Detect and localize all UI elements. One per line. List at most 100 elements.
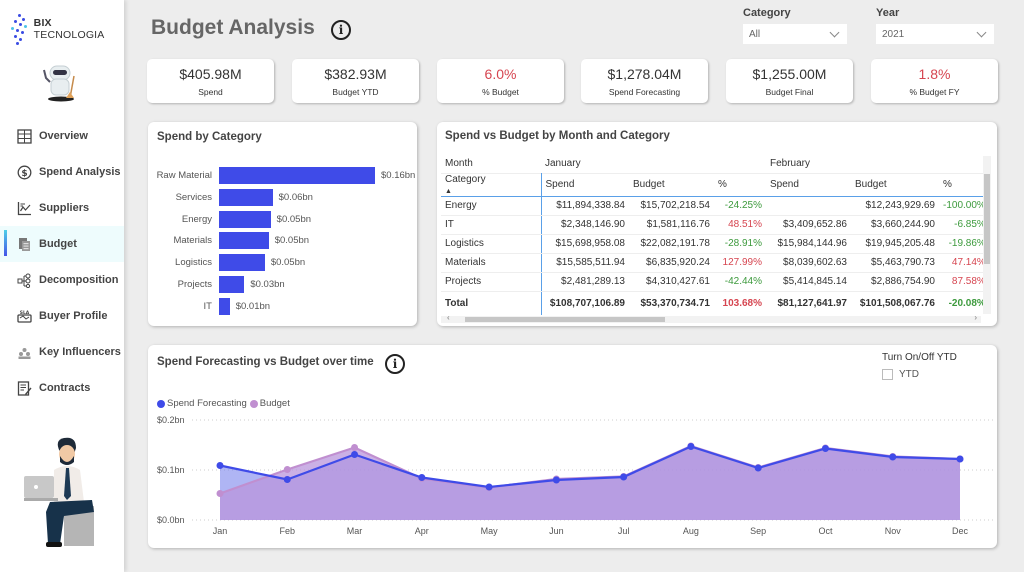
data-point[interactable] [552, 476, 560, 484]
data-point[interactable] [485, 483, 493, 491]
bar[interactable] [219, 254, 265, 272]
kpi-value: $382.93M [324, 66, 387, 82]
month-header-february: February [770, 157, 811, 169]
y-tick-label: $0.0bn [157, 515, 185, 525]
spend-by-category-card: Spend by Category Raw Material $0.16bn Ser… [148, 122, 417, 326]
matrix-cell: $81,127,641.97 [777, 297, 847, 309]
sidebar-item-overview[interactable]: Overview [0, 118, 124, 154]
matrix-cell: $1,581,116.76 [629, 215, 714, 235]
sort-ascending-icon: ▲ [445, 187, 452, 195]
data-point[interactable] [687, 443, 695, 450]
y-tick-label: $0.2bn [157, 415, 185, 425]
bar[interactable] [219, 232, 269, 250]
matrix-cell: 48.51% [714, 215, 766, 235]
kpi-label: % Budget FY [909, 87, 960, 97]
bar[interactable] [219, 167, 375, 184]
vertical-scrollbar-thumb[interactable] [984, 174, 990, 264]
x-tick-label: Sep [750, 526, 766, 536]
scroll-right-icon[interactable]: › [974, 313, 977, 322]
sidebar-item-suppliers[interactable]: Suppliers [0, 190, 124, 226]
sidebar-item-label: Decomposition [39, 274, 119, 286]
robot-mascot-icon [43, 65, 75, 102]
spend-vs-budget-matrix-card: Spend vs Budget by Month and Category Mo… [437, 122, 997, 326]
bar[interactable] [219, 297, 230, 315]
sidebar-item-buyer-profile[interactable]: SLA Buyer Profile [0, 298, 124, 334]
matrix-cell: $2,481,289.13 [540, 272, 629, 292]
brand-name-rest: TECNOLOGIA [33, 29, 105, 41]
person-with-laptop-illustration [24, 437, 94, 547]
column-header: % [718, 179, 727, 190]
matrix-cell: 103.68% [722, 297, 762, 309]
x-tick-label: Jun [549, 526, 564, 536]
data-point[interactable] [216, 490, 224, 497]
data-point[interactable] [418, 474, 426, 481]
row-header-category[interactable]: Category ▲ [441, 173, 541, 196]
data-point[interactable] [956, 455, 964, 463]
x-tick-label: Nov [885, 526, 902, 536]
matrix-cell: $101,508,067.76 [859, 297, 935, 309]
matrix-cell: $4,310,427.61 [629, 272, 714, 292]
x-tick-label: Aug [683, 526, 699, 536]
bar[interactable] [219, 276, 245, 293]
horizontal-scrollbar-thumb[interactable] [465, 317, 665, 322]
matrix-row: IT $2,348,146.90 $1,581,116.76 48.51% $3,409… [441, 215, 990, 235]
matrix-cell: $3,409,652.86 [766, 215, 851, 235]
matrix-cell: 127.99% [714, 253, 766, 273]
area-budget [220, 446, 960, 520]
sidebar-item-budget[interactable]: Budget [0, 226, 124, 262]
row-category: Logistics [441, 234, 541, 254]
matrix-cell: $2,348,146.90 [540, 215, 629, 235]
scroll-left-icon[interactable]: ‹ [447, 313, 450, 322]
data-point[interactable] [351, 451, 359, 458]
data-point[interactable] [754, 464, 762, 472]
year-dropdown[interactable]: 2021 [876, 24, 994, 44]
kpi-card-budget-ytd: $382.93M Budget YTD [292, 59, 419, 103]
kpi-label: % Budget [482, 87, 519, 97]
category-dropdown[interactable]: All [743, 24, 847, 44]
y-tick-label: $0.1bn [157, 465, 185, 475]
matrix-cell: $53,370,734.71 [640, 297, 710, 309]
info-icon[interactable]: i [331, 20, 351, 40]
year-filter-label: Year [876, 7, 900, 19]
matrix-cell: $15,698,958.08 [540, 234, 629, 254]
overview-icon [16, 128, 32, 144]
sidebar-item-contracts[interactable]: Contracts [0, 370, 124, 406]
data-point[interactable] [821, 445, 829, 452]
matrix-cell: $8,039,602.63 [766, 253, 851, 273]
bar[interactable] [219, 210, 271, 228]
bar-category-label: Projects [177, 279, 212, 290]
data-point[interactable] [283, 466, 291, 473]
bar-category-label: Services [175, 191, 212, 203]
data-point[interactable] [351, 444, 359, 451]
sidebar-item-label: Contracts [39, 382, 91, 394]
x-tick-label: Jan [213, 526, 228, 536]
kpi-label: Budget YTD [332, 87, 379, 97]
data-point[interactable] [620, 473, 628, 481]
sidebar: BIX TECNOLOGIA Overview $ Spend Analysis… [0, 0, 124, 572]
brand-logo: BIX TECNOLOGIA [10, 14, 124, 45]
x-tick-label: Oct [818, 526, 833, 536]
year-dropdown-value: 2021 [882, 28, 905, 40]
matrix-cell: $22,082,191.78 [629, 234, 714, 254]
bar[interactable] [219, 188, 273, 206]
data-point[interactable] [283, 476, 291, 483]
dollar-circle-icon: $ [16, 164, 32, 180]
data-point[interactable] [216, 462, 224, 469]
sidebar-item-label: Suppliers [39, 202, 90, 214]
vertical-scrollbar[interactable] [983, 156, 991, 314]
sidebar-item-label: Key Influencers [39, 346, 121, 358]
row-category: Projects [441, 272, 541, 292]
data-point[interactable] [889, 453, 897, 461]
horizontal-scrollbar[interactable]: ‹ › [441, 313, 981, 323]
matrix-cell: $6,835,920.24 [629, 253, 714, 273]
row-category: Total [445, 297, 469, 309]
matrix-cell: -42.44% [714, 272, 766, 292]
sidebar-item-key-influencers[interactable]: Key Influencers [0, 334, 124, 370]
row-category: Materials [441, 253, 541, 273]
sidebar-item-label: Overview [39, 130, 88, 142]
brand-name-bold: BIX [33, 17, 52, 29]
sidebar-item-decomposition[interactable]: Decomposition [0, 262, 124, 298]
row-category: Energy [441, 196, 541, 216]
kpi-value: 1.8% [918, 66, 951, 82]
sidebar-item-spend-analysis[interactable]: $ Spend Analysis [0, 154, 124, 190]
